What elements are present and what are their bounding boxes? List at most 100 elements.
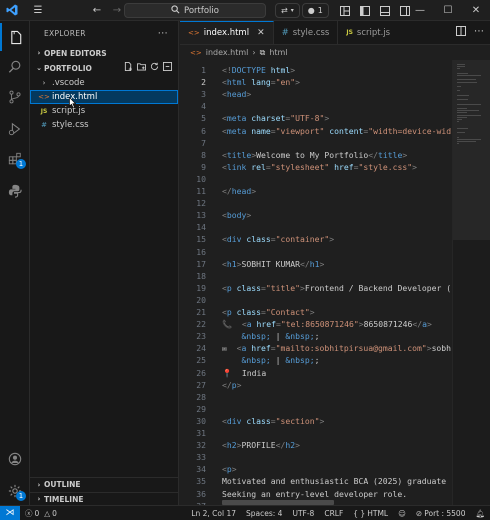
code-line[interactable]: 36 Seeking an entry-level developer role. (180, 488, 452, 500)
refresh-icon[interactable] (150, 62, 159, 74)
copilot-status-icon[interactable]: ☺ (393, 509, 411, 518)
minimap[interactable] (452, 60, 490, 505)
outline-section[interactable]: › OUTLINE (30, 477, 179, 491)
breadcrumb-file[interactable]: index.html (206, 48, 249, 57)
hamburger-menu-icon[interactable]: ☰ (29, 1, 47, 19)
run-and-debug-icon[interactable] (0, 115, 30, 143)
accounts-icon[interactable] (0, 445, 30, 473)
code-line[interactable]: 6 <meta name="viewport" content="width=de… (180, 125, 452, 137)
code-text: <h2>PROFILE</h2> (222, 440, 300, 451)
code-line[interactable]: 16 (180, 246, 452, 258)
open-editors-section[interactable]: › OPEN EDITORS (30, 45, 178, 61)
line-number: 19 (196, 282, 206, 293)
toggle-panel-icon[interactable] (376, 2, 394, 20)
code-line[interactable]: 30 <div class="section"> (180, 415, 452, 427)
language-label: HTML (367, 508, 389, 518)
code-line[interactable]: 7 (180, 137, 452, 149)
tree-item-index-html[interactable]: <> index.html (30, 90, 178, 104)
close-tab-icon[interactable]: ✕ (257, 28, 265, 38)
code-line[interactable]: 32 <h2>PROFILE</h2> (180, 439, 452, 451)
portfolio-folder-section[interactable]: ⌄ PORTFOLIO (30, 60, 178, 76)
minimap-viewport[interactable] (453, 60, 490, 240)
explorer-icon[interactable] (0, 23, 30, 51)
code-line[interactable]: 18 (180, 270, 452, 282)
command-center-search[interactable]: Portfolio (124, 3, 266, 18)
manage-gear-icon[interactable]: 1 (0, 477, 30, 505)
code-text: &nbsp; | &nbsp;; (241, 331, 320, 342)
code-line[interactable]: 31 (180, 427, 452, 439)
code-line[interactable]: 2 <html lang="en"> (180, 76, 452, 88)
code-line[interactable]: 9 <link rel="stylesheet" href="style.css"… (180, 161, 452, 173)
breadcrumb-symbol[interactable]: html (269, 48, 287, 57)
search-view-icon[interactable] (0, 53, 30, 81)
code-editor[interactable]: 1 <!DOCTYPE html> 2 <html lang="en"> 3 <head>… (180, 60, 452, 505)
code-line[interactable]: 8 <title>Welcome to My Portfolio</title> (180, 149, 452, 161)
code-line[interactable]: 17 <h1>SOBHIT KUMAR</h1> (180, 258, 452, 270)
tab-label: script.js (356, 27, 391, 38)
code-line[interactable]: 4 (180, 100, 452, 112)
tree-item-style-css[interactable]: # style.css (30, 118, 178, 132)
copilot-button[interactable]: ⇄ ▾ (275, 3, 300, 18)
code-line[interactable]: 11 </head> (180, 185, 452, 197)
back-arrow-icon[interactable]: ← (88, 1, 106, 19)
code-line[interactable]: 21 <p class="Contact"> (180, 306, 452, 318)
code-line[interactable]: 24 ✉ <a href="mailto:sobhitpirsua@gmail.c… (180, 342, 452, 354)
js-file-icon: JS (40, 107, 48, 115)
more-actions-icon[interactable]: ⋯ (158, 28, 168, 39)
code-line[interactable]: 20 (180, 294, 452, 306)
code-line[interactable]: 13 <body> (180, 209, 452, 221)
python-icon[interactable] (0, 177, 30, 205)
code-line[interactable]: 33 (180, 451, 452, 463)
code-line[interactable]: 5 <meta charset="UTF-8"> (180, 112, 452, 124)
code-line[interactable]: 23 &nbsp; | &nbsp;; (180, 330, 452, 342)
line-number: 32 (196, 440, 206, 451)
code-line[interactable]: 10 (180, 173, 452, 185)
warning-icon: △ (44, 508, 51, 518)
problems-indicator[interactable]: ⓧ 0 △ 0 (20, 508, 62, 519)
tab-index-html[interactable]: <> index.html ✕ (180, 21, 274, 44)
remote-indicator-icon[interactable]: ⋊ (0, 505, 20, 520)
language-mode[interactable]: { } HTML (348, 509, 393, 518)
tab-script-js[interactable]: JS script.js (338, 21, 398, 44)
code-line[interactable]: 12 (180, 197, 452, 209)
code-line[interactable]: 27 </p> (180, 379, 452, 391)
new-folder-icon[interactable] (137, 62, 146, 74)
toggle-primary-sidebar-icon[interactable] (356, 2, 374, 20)
code-line[interactable]: 19 <p class="title">Frontend / Backend De… (180, 282, 452, 294)
tree-item-script-js[interactable]: JS script.js (30, 104, 178, 118)
maximize-icon[interactable]: ☐ (434, 0, 462, 21)
code-line[interactable]: 14 (180, 221, 452, 233)
code-line[interactable]: 25 &nbsp; | &nbsp;; (180, 354, 452, 366)
customize-layout-icon[interactable] (336, 2, 354, 20)
notifications-bell-icon[interactable]: 🔔︎ (470, 509, 490, 518)
tab-style-css[interactable]: # style.css (274, 21, 339, 44)
minimize-icon[interactable]: — (406, 0, 434, 21)
line-ending[interactable]: CRLF (319, 509, 348, 518)
source-control-icon[interactable] (0, 83, 30, 111)
new-file-icon[interactable] (124, 62, 133, 74)
minimap-line (457, 64, 465, 65)
code-line[interactable]: 29 (180, 403, 452, 415)
code-line[interactable]: 28 (180, 391, 452, 403)
code-line[interactable]: 34 <p> (180, 463, 452, 475)
code-line[interactable]: 22 📞 <a href="tel:8650871246">8650871246<… (180, 318, 452, 330)
line-number: 27 (196, 379, 206, 390)
code-line[interactable]: 3 <head> (180, 88, 452, 100)
indentation[interactable]: Spaces: 4 (241, 509, 287, 518)
encoding[interactable]: UTF-8 (287, 509, 319, 518)
cursor-position[interactable]: Ln 2, Col 17 (186, 509, 241, 518)
collapse-all-icon[interactable] (163, 62, 172, 74)
code-text: <meta charset="UTF-8"> (222, 113, 330, 124)
close-window-icon[interactable]: ✕ (462, 0, 490, 21)
code-line[interactable]: 35 Motivated and enthusiastic BCA (2025) … (180, 475, 452, 487)
copilot-status[interactable]: ● 1 (301, 3, 329, 18)
timeline-section[interactable]: › TIMELINE (30, 492, 179, 505)
live-server-port[interactable]: ⊘ Port : 5500 (411, 509, 471, 518)
code-line[interactable]: 15 <div class="container"> (180, 233, 452, 245)
code-line[interactable]: 1 <!DOCTYPE html> (180, 64, 452, 76)
tree-item-vscode-folder[interactable]: › .vscode (30, 76, 178, 90)
split-editor-icon[interactable] (456, 26, 466, 39)
code-line[interactable]: 26 📍 India (180, 367, 452, 379)
extensions-icon[interactable]: 1 (0, 145, 30, 173)
more-actions-icon[interactable]: ⋯ (474, 26, 484, 39)
